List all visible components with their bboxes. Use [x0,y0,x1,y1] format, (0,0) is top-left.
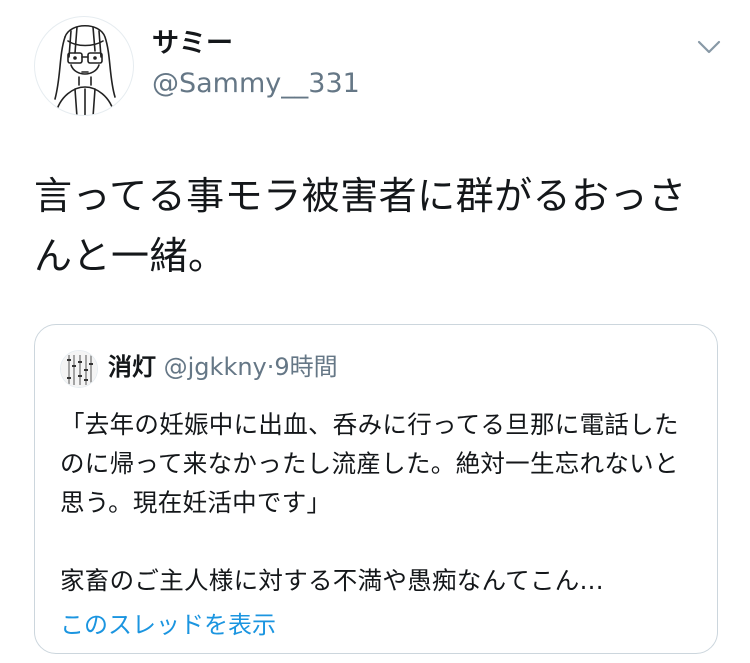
quoted-paragraph: 家畜のご主人様に対する不満や愚痴なんてこん... [60,566,604,595]
quoted-header: 消灯 @jgkkny·9時間 [108,353,338,382]
show-thread-link[interactable]: このスレッドを表示 [60,605,276,640]
chevron-down-icon[interactable] [694,32,724,62]
quoted-paragraph: 「去年の妊娠中に出血、呑みに行ってる旦那に電話したのに帰って来なかったし流産した… [60,410,679,517]
quoted-text: 「去年の妊娠中に出血、呑みに行ってる旦那に電話したのに帰って来なかったし流産した… [60,405,700,600]
quoted-name[interactable]: 消灯 [108,353,156,381]
quoted-avatar-image [61,351,97,387]
avatar[interactable] [34,16,134,116]
quoted-handle[interactable]: @jgkkny [164,353,267,381]
tweet-text: 言ってる事モラ被害者に群がるおっさんと一緒。 [34,174,687,278]
user-handle[interactable]: @Sammy__331 [152,70,360,97]
avatar-illustration [54,24,116,115]
quoted-timestamp[interactable]: 9時間 [274,353,337,381]
quoted-avatar [60,350,98,388]
quoted-tweet-card[interactable]: 消灯 @jgkkny·9時間 「去年の妊娠中に出血、呑みに行ってる旦那に電話した… [34,324,718,654]
display-name[interactable]: サミー [152,30,233,57]
